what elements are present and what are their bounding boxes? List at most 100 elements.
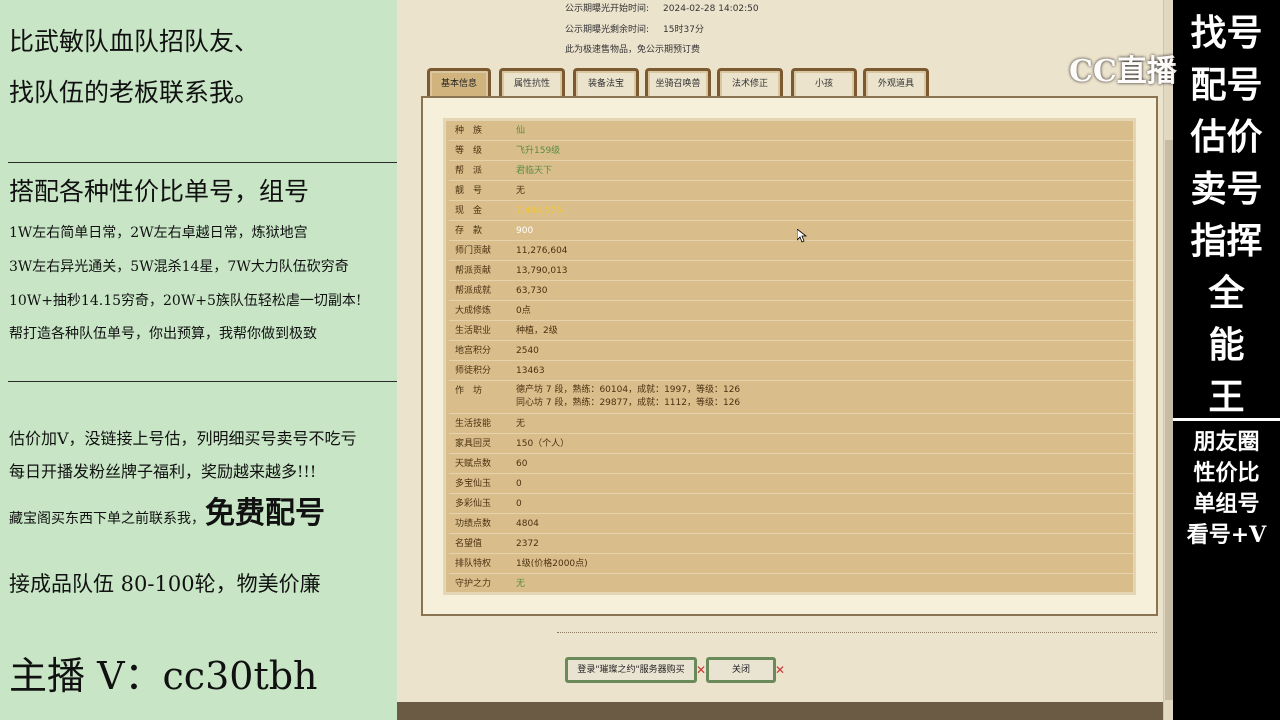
promo-line: 1W左右简单日常，2W左右卓越日常，炼狱地宫 xyxy=(9,225,308,241)
table-row: 排队特权 1级(价格2000点) xyxy=(449,554,1133,574)
publicity-start-label: 公示期曝光开始时间: xyxy=(565,4,650,14)
row-key: 作坊 xyxy=(455,386,492,396)
promo-line: 接成品队伍 80-100轮，物美价廉 xyxy=(9,572,321,596)
promo-line: 搭配各种性价比单号，组号 xyxy=(9,177,310,206)
row-value: 无 xyxy=(516,579,526,589)
row-key: 排队特权 xyxy=(455,559,492,569)
row-value: 63,730 xyxy=(516,286,548,296)
streamer-contact: 主播 V：cc30tbh xyxy=(9,654,318,698)
ad-char: 指挥 xyxy=(1190,220,1263,262)
table-row: 家具回灵 150（个人） xyxy=(449,434,1133,454)
tab-mounts-summons[interactable]: 坐骑召唤兽 xyxy=(645,68,711,98)
scrollbar[interactable] xyxy=(1163,0,1173,720)
tab-child[interactable]: 小孩 xyxy=(791,68,857,98)
promo-highlight: 免费配号 xyxy=(205,496,325,531)
ad-char: 找号 xyxy=(1190,12,1263,54)
row-key: 现金 xyxy=(455,206,492,216)
row-key: 帮派成就 xyxy=(455,286,492,296)
login-purchase-button[interactable]: 登录"璀璨之约"服务器购买 ✕ xyxy=(565,657,706,683)
table-row: 等级 飞升159级 xyxy=(449,141,1133,161)
info-table: 种族仙 等级 飞升159级 帮派 君临天下 靓号无 现金 7,444,575 存款 90… xyxy=(443,118,1136,595)
table-row: 师门贡献 11,276,604 xyxy=(449,241,1133,261)
row-value: 0 xyxy=(516,499,522,509)
tab-appearance[interactable]: 外观道具 xyxy=(863,68,929,98)
ad-char: 全 xyxy=(1208,272,1245,314)
publicity-remain-value: 15时37分 xyxy=(663,25,704,35)
row-value: 无 xyxy=(516,419,526,429)
table-row: 帮派成就 63,730 xyxy=(449,281,1133,301)
row-value: 1级(价格2000点) xyxy=(516,559,588,569)
workshop-line: 德产坊 7 段，熟练：60104，成就：1997，等级：126 xyxy=(516,385,741,395)
table-row: 帮派 君临天下 xyxy=(449,161,1133,181)
table-row: 大成修炼 0点 xyxy=(449,301,1133,321)
close-button[interactable]: 关闭 ✕ xyxy=(706,657,785,683)
row-value: 0点 xyxy=(516,306,531,316)
promo-text: 藏宝阁买东西下单之前联系我， xyxy=(9,511,205,527)
divider xyxy=(557,632,1157,633)
row-key: 守护之力 xyxy=(455,579,492,589)
row-key: 帮派贡献 xyxy=(455,266,492,276)
row-key: 等级 xyxy=(455,146,492,156)
promo-line: 藏宝阁买东西下单之前联系我，免费配号 xyxy=(9,488,325,532)
close-icon: ✕ xyxy=(695,663,706,677)
promo-line: 10W+抽秒14.15穷奇，20W+5族队伍轻松虐一切副本! xyxy=(9,293,362,309)
row-value: 2372 xyxy=(516,539,539,549)
promo-panel-right: CC直播 找号 配号 估价 卖号 指挥 全 能 王 朋友圈 性价比 单组号 看号… xyxy=(1069,0,1280,720)
row-key: 生活职业 xyxy=(455,326,492,336)
row-key: 师门贡献 xyxy=(455,246,492,256)
row-value: 仙 xyxy=(516,126,526,136)
login-purchase-label: 登录"璀璨之约"服务器购买 xyxy=(577,665,685,675)
row-value: 种植，2级 xyxy=(516,326,558,336)
row-value: 150（个人） xyxy=(516,439,570,449)
row-value: 2540 xyxy=(516,346,539,356)
row-key: 多宝仙玉 xyxy=(455,479,492,489)
promo-line: 比武敏队血队招队友、 xyxy=(9,27,260,56)
table-row: 种族 仙 xyxy=(449,121,1133,141)
row-value: 13,790,013 xyxy=(516,266,568,276)
table-row: 生活技能 无 xyxy=(449,414,1133,434)
promo-line: 每日开播发粉丝牌子福利，奖励越来越多!!! xyxy=(9,462,317,481)
row-key: 种族 xyxy=(455,126,492,136)
row-key: 大成修炼 xyxy=(455,306,492,316)
promo-line: 估价加V，没链接上号估，列明细买号卖号不吃亏 xyxy=(9,429,357,448)
ad-small-line: 性价比 xyxy=(1193,460,1260,486)
ad-small-line: 看号+V xyxy=(1186,522,1267,548)
row-key: 地宫积分 xyxy=(455,346,492,356)
workshop-line: 同心坊 7 段，熟练：29877，成就：1112，等级：126 xyxy=(516,398,741,408)
publicity-start-value: 2024-02-28 14:02:50 xyxy=(663,4,759,14)
row-value: 900 xyxy=(516,226,534,236)
tab-attributes[interactable]: 属性抗性 xyxy=(499,68,565,98)
row-value: 13463 xyxy=(516,366,545,376)
row-value: 君临天下 xyxy=(516,166,553,176)
ad-char: 能 xyxy=(1208,324,1245,366)
row-key: 天赋点数 xyxy=(455,459,492,469)
row-value: 7,444,575 xyxy=(516,206,562,216)
row-key: 多彩仙玉 xyxy=(455,499,492,509)
ad-char: 卖号 xyxy=(1190,168,1263,210)
cc-live-logo: CC直播 xyxy=(1069,54,1177,89)
row-value: 飞升159级 xyxy=(516,146,561,156)
table-row: 天赋点数 60 xyxy=(449,454,1133,474)
row-value: 德产坊 7 段，熟练：60104，成就：1997，等级：126 同心坊 7 段，熟… xyxy=(516,384,740,410)
tab-basic-info[interactable]: 基本信息 xyxy=(427,68,491,98)
promo-line: 3W左右异光通关，5W混杀14星，7W大力队伍砍穷奇 xyxy=(9,259,349,275)
row-key: 生活技能 xyxy=(455,419,492,429)
table-row: 地宫积分 2540 xyxy=(449,341,1133,361)
promo-line: 帮打造各种队伍单号，你出预算，我帮你做到极致 xyxy=(9,326,317,342)
row-key: 师徒积分 xyxy=(455,366,492,376)
game-window: 公示期曝光开始时间: 2024-02-28 14:02:50 公示期曝光剩余时间:… xyxy=(397,0,1173,720)
tab-equipment[interactable]: 装备法宝 xyxy=(573,68,639,98)
table-row: 师徒积分 13463 xyxy=(449,361,1133,381)
ad-char: 估价 xyxy=(1190,116,1263,158)
table-row: 生活职业 种植，2级 xyxy=(449,321,1133,341)
ad-small-line: 朋友圈 xyxy=(1193,429,1260,455)
ad-small-line: 单组号 xyxy=(1193,491,1260,517)
publicity-start: 公示期曝光开始时间: 2024-02-28 14:02:50 xyxy=(565,1,759,14)
close-label: 关闭 xyxy=(731,665,750,675)
window-bottom-edge xyxy=(397,702,1163,720)
info-frame: 种族仙 等级 飞升159级 帮派 君临天下 靓号无 现金 7,444,575 存款 90… xyxy=(421,96,1158,616)
scrollbar-thumb[interactable] xyxy=(1165,140,1173,700)
tab-spell-correction[interactable]: 法术修正 xyxy=(717,68,783,98)
publicity-remain-label: 公示期曝光剩余时间: xyxy=(565,25,650,35)
row-value: 无 xyxy=(516,186,526,196)
